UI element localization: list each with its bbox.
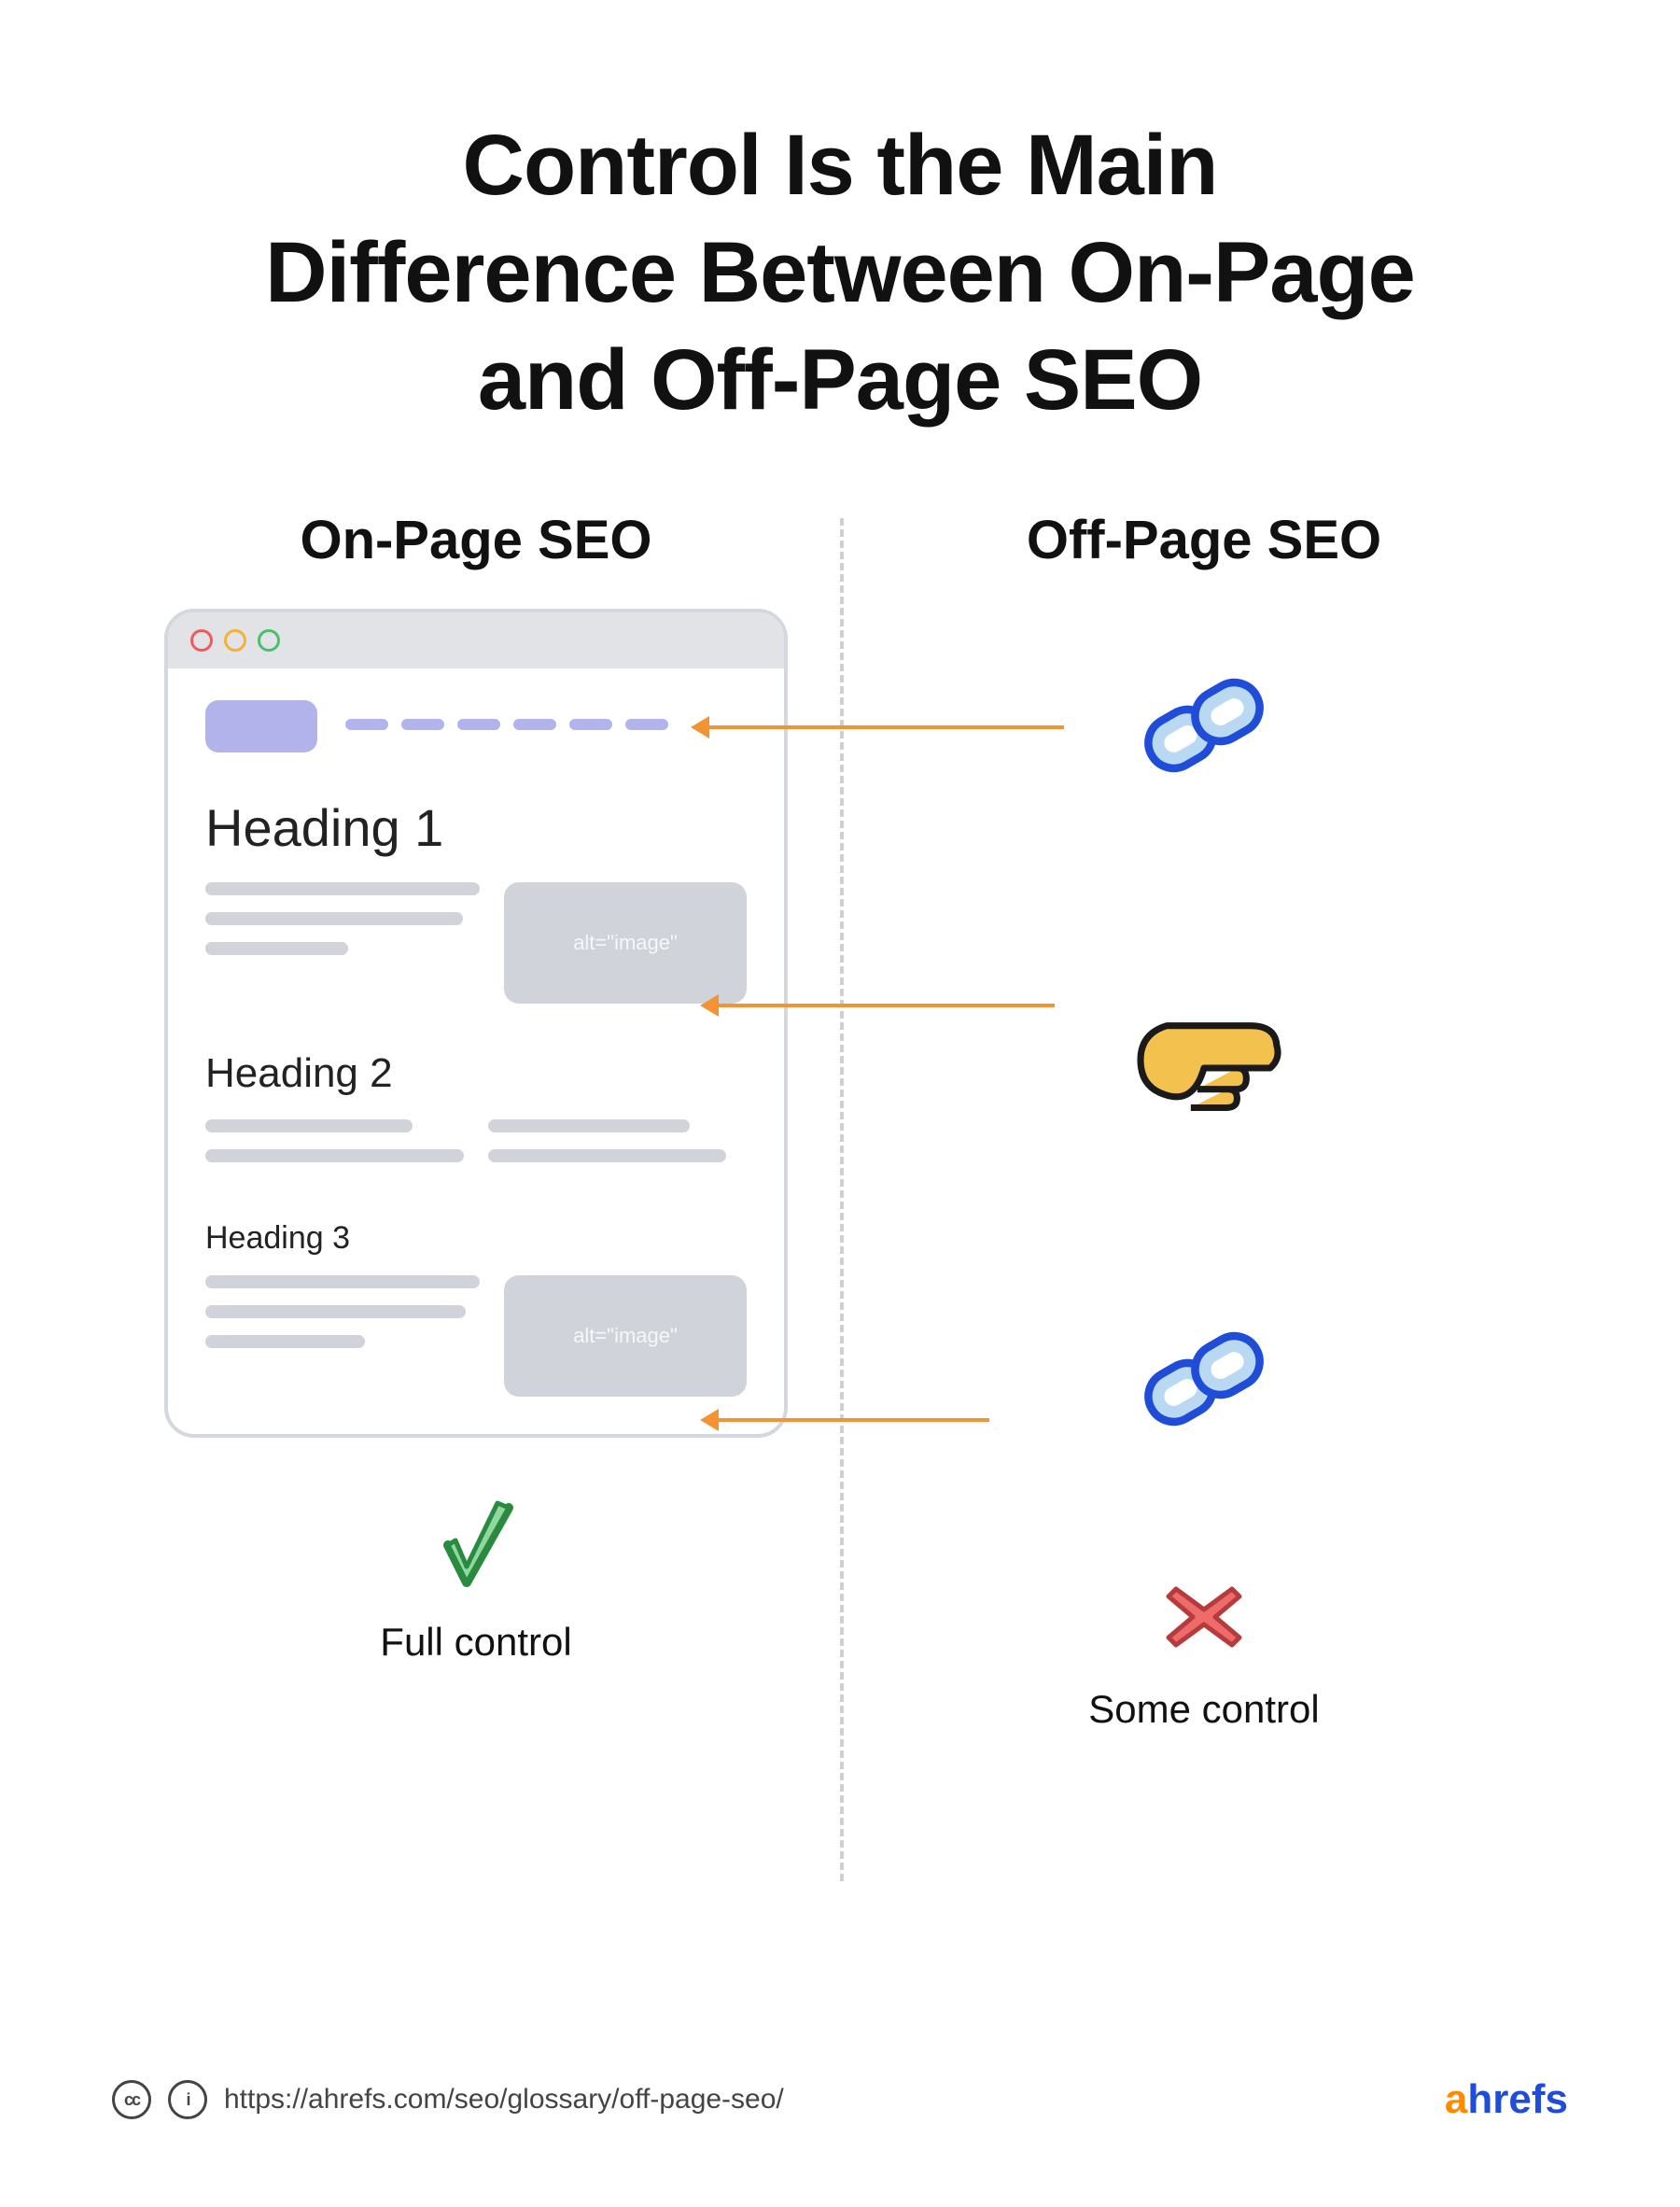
cross-icon (1157, 1570, 1251, 1668)
paragraph-placeholder (488, 1119, 747, 1179)
image-placeholder: alt="image" (504, 1275, 747, 1397)
heading-3: Heading 3 (205, 1220, 747, 1257)
logo-placeholder (205, 700, 317, 752)
paragraph-placeholder (205, 1119, 464, 1179)
right-column: Off-Page SEO (840, 509, 1568, 1732)
left-status-text: Full control (380, 1620, 571, 1665)
image-placeholder: alt="image" (504, 882, 747, 1004)
heading-2: Heading 2 (205, 1050, 747, 1097)
cc-by-icon: i (168, 2080, 207, 2119)
right-status-text: Some control (1088, 1687, 1319, 1732)
browser-titlebar (168, 612, 784, 668)
arrow-icon (719, 1418, 989, 1422)
column-divider (840, 518, 844, 1881)
heading-1: Heading 1 (205, 797, 747, 858)
arrow-icon (709, 725, 1064, 729)
paragraph-placeholder (205, 1275, 480, 1365)
traffic-light-max-icon (258, 629, 280, 652)
traffic-light-min-icon (224, 629, 246, 652)
main-title: Control Is the Main Difference Between O… (112, 112, 1568, 434)
chain-link-icon (1125, 646, 1283, 805)
arrow-icon (719, 1004, 1055, 1007)
check-icon (434, 1494, 518, 1601)
paragraph-placeholder (205, 882, 480, 972)
left-title: On-Page SEO (112, 509, 840, 571)
nav-links-placeholder (345, 718, 681, 735)
footer: cc i https://ahrefs.com/seo/glossary/off… (112, 2076, 1568, 2123)
columns: On-Page SEO Heading 1 (0, 509, 1680, 1732)
source-url: https://ahrefs.com/seo/glossary/off-page… (224, 2084, 784, 2116)
left-column: On-Page SEO Heading 1 (112, 509, 840, 1665)
cc-license-icon: cc (112, 2080, 151, 2119)
point-hand-icon (1125, 973, 1283, 1132)
traffic-light-close-icon (190, 629, 213, 652)
ahrefs-logo: ahrefs (1445, 2076, 1568, 2123)
right-title: Off-Page SEO (840, 509, 1568, 571)
chain-link-icon (1125, 1300, 1283, 1458)
